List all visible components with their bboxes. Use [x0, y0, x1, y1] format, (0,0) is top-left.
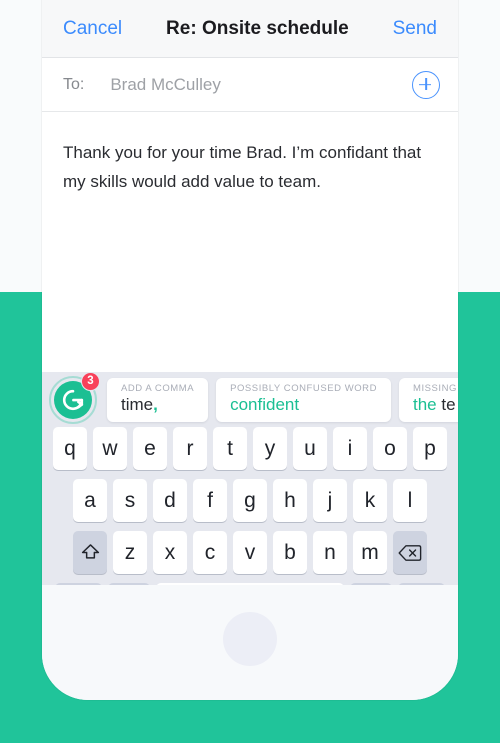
key-q[interactable]: q: [53, 427, 87, 470]
suggestion-accent: confident: [230, 394, 300, 414]
phone-screen: Cancel Re: Onsite schedule Send To: Brad…: [42, 0, 458, 585]
suggestion-card-comma[interactable]: ADD A COMMA time,: [107, 377, 209, 422]
key-z[interactable]: z: [113, 531, 147, 574]
recipient-row[interactable]: To: Brad McCulley: [42, 58, 458, 112]
key-x[interactable]: x: [153, 531, 187, 574]
onscreen-keyboard: 3 ADD A COMMA time, POSSIBLY CONFUSED WO…: [42, 372, 458, 585]
suggestion-text: the te: [413, 395, 457, 415]
key-p[interactable]: p: [413, 427, 447, 470]
recipient-input[interactable]: Brad McCulley: [110, 75, 412, 95]
plus-circle-icon[interactable]: [412, 70, 440, 99]
key-n[interactable]: n: [313, 531, 347, 574]
suggestion-word: time: [121, 394, 154, 414]
phone-device-frame: Cancel Re: Onsite schedule Send To: Brad…: [42, 0, 458, 700]
keyboard-row-3: z x c v b n m: [42, 531, 458, 574]
key-u[interactable]: u: [293, 427, 327, 470]
suggestion-kind: ADD A COMMA: [121, 382, 195, 394]
grammarly-g-icon[interactable]: 3: [47, 372, 100, 426]
key-h[interactable]: h: [273, 479, 307, 522]
key-c[interactable]: c: [193, 531, 227, 574]
key-k[interactable]: k: [353, 479, 387, 522]
send-button[interactable]: Send: [393, 18, 437, 40]
suggestion-card-confused-word[interactable]: POSSIBLY CONFUSED WORD confident: [216, 377, 391, 422]
key-s[interactable]: s: [113, 479, 147, 522]
key-y[interactable]: y: [253, 427, 287, 470]
keyboard-row-2: a s d f g h j k l: [42, 479, 458, 522]
grammarly-alert-badge: 3: [81, 372, 100, 391]
key-e[interactable]: e: [133, 427, 167, 470]
key-g[interactable]: g: [233, 479, 267, 522]
suggestion-card-missing-article[interactable]: MISSING the te: [398, 377, 458, 422]
suggestion-kind: MISSING: [412, 382, 457, 394]
key-m[interactable]: m: [353, 531, 387, 574]
key-o[interactable]: o: [373, 427, 407, 470]
key-i[interactable]: i: [333, 427, 367, 470]
key-b[interactable]: b: [273, 531, 307, 574]
backspace-icon[interactable]: [393, 531, 427, 574]
suggestion-word: te: [441, 394, 456, 414]
key-t[interactable]: t: [213, 427, 247, 470]
compose-navbar: Cancel Re: Onsite schedule Send: [42, 0, 458, 58]
key-a[interactable]: a: [73, 479, 107, 522]
grammarly-suggestion-bar: 3 ADD A COMMA time, POSSIBLY CONFUSED WO…: [42, 372, 458, 427]
shift-arrow-icon[interactable]: [73, 531, 107, 574]
key-l[interactable]: l: [393, 479, 427, 522]
mail-body-textarea[interactable]: Thank you for your time Brad. I’m confid…: [42, 112, 458, 342]
home-button-icon[interactable]: [223, 612, 277, 666]
suggestion-text: confident: [230, 395, 377, 415]
key-j[interactable]: j: [313, 479, 347, 522]
suggestion-accent: the: [412, 394, 442, 414]
key-d[interactable]: d: [153, 479, 187, 522]
recipient-label: To:: [63, 75, 85, 93]
suggestion-kind: POSSIBLY CONFUSED WORD: [230, 382, 377, 394]
key-v[interactable]: v: [233, 531, 267, 574]
phone-chin: [42, 585, 458, 700]
key-f[interactable]: f: [193, 479, 227, 522]
key-w[interactable]: w: [93, 427, 127, 470]
keyboard-row-1: q w e r t y u i o p: [42, 427, 458, 470]
cancel-button[interactable]: Cancel: [63, 18, 122, 40]
suggestion-accent: ,: [153, 394, 158, 414]
suggestion-text: time,: [121, 395, 194, 415]
page-title: Re: Onsite schedule: [166, 17, 349, 39]
key-r[interactable]: r: [173, 427, 207, 470]
